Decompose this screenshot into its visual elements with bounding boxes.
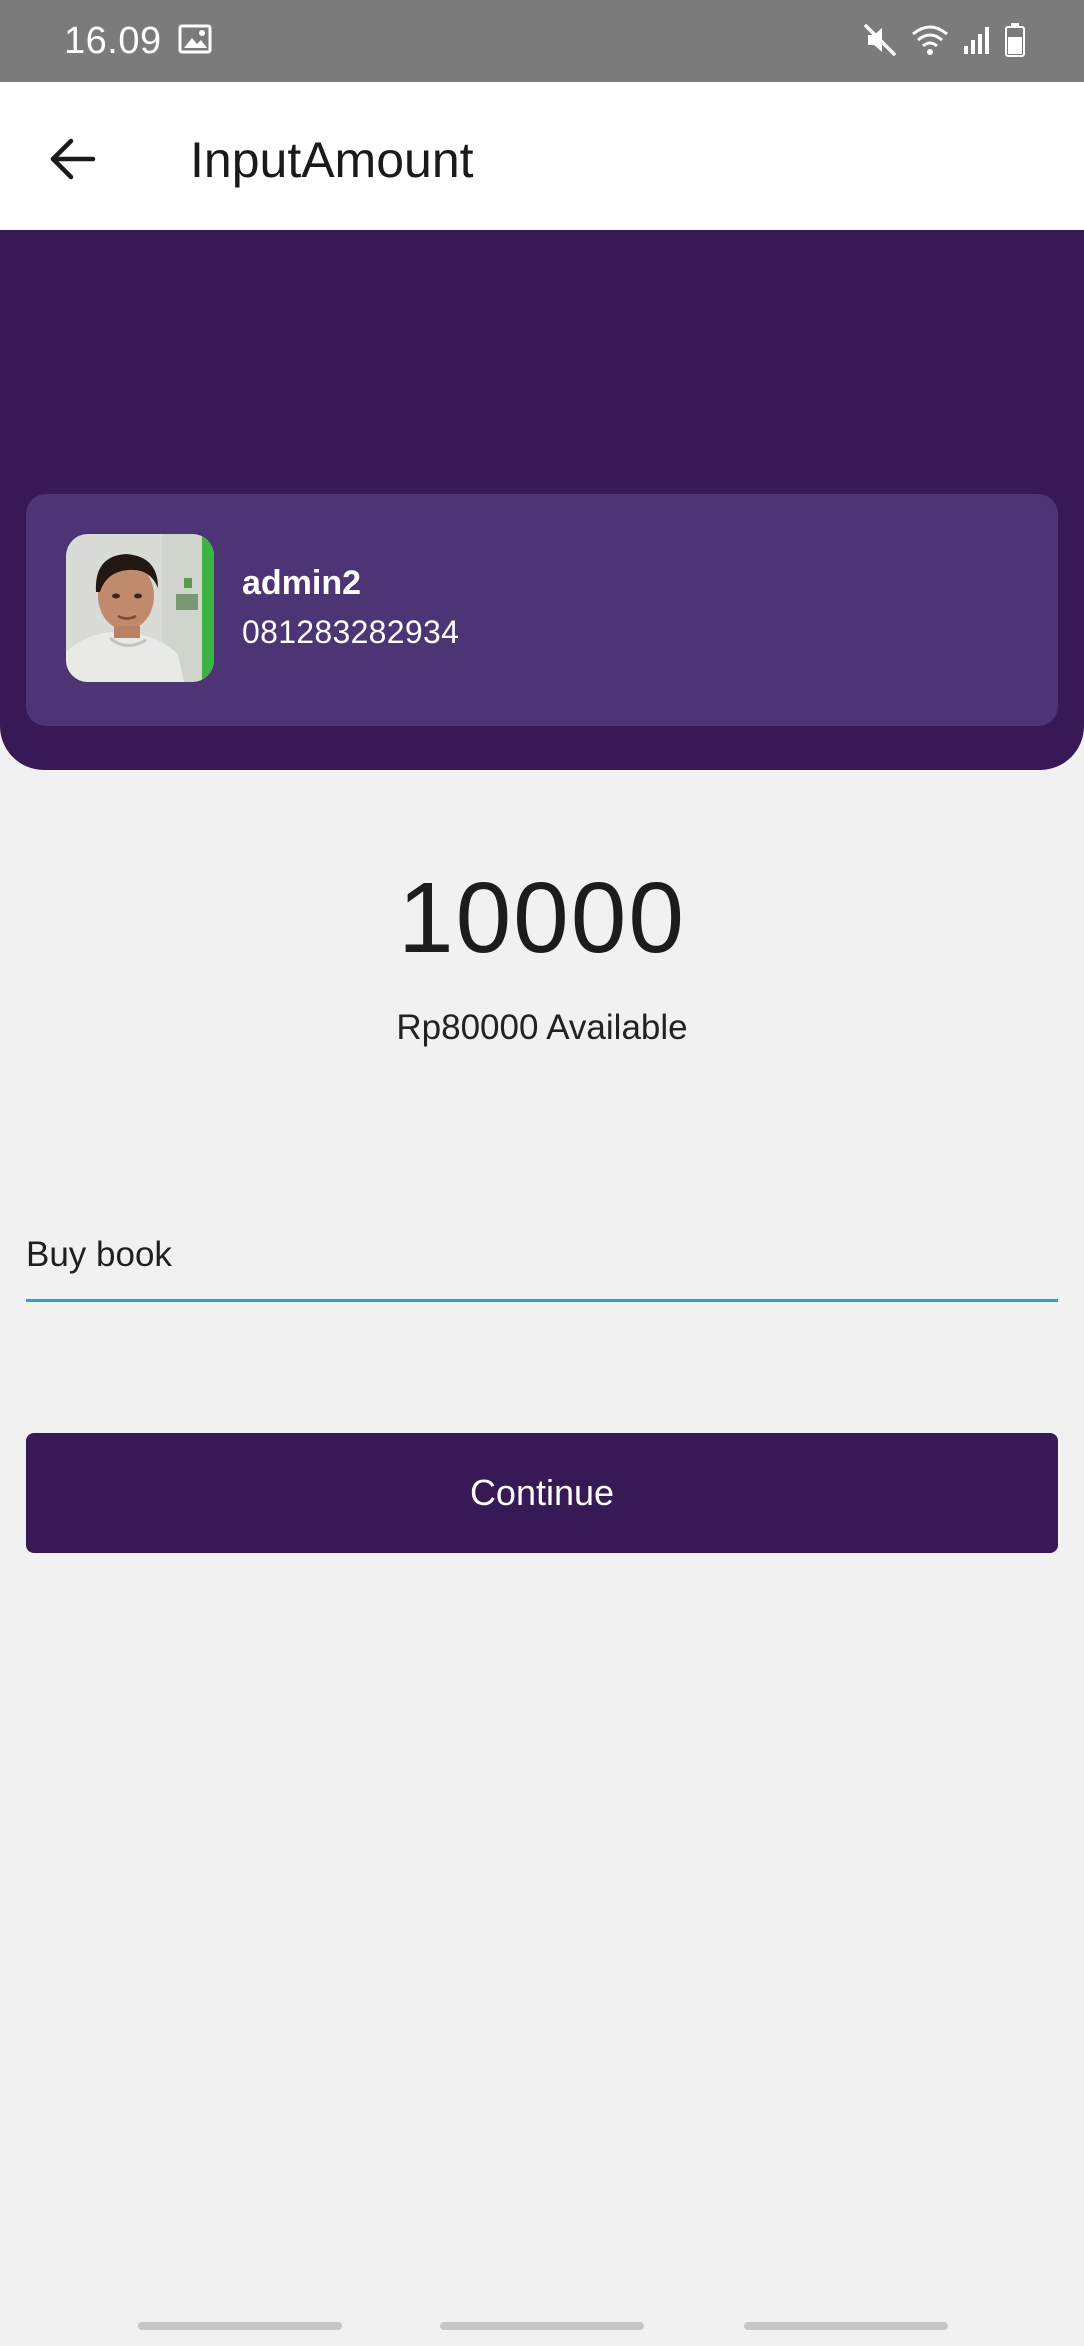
page-title: InputAmount [190,132,474,188]
arrow-left-icon [49,137,97,186]
recipient-card: admin2 081283282934 [26,494,1058,726]
recipient-name: admin2 [242,564,362,602]
status-icons [862,20,1026,60]
nav-back-button[interactable] [744,2322,948,2330]
header-banner: admin2 081283282934 [0,230,1084,770]
available-balance: Rp80000 Available [396,1008,688,1047]
note-input[interactable] [26,1210,1058,1302]
avatar [66,534,214,682]
recipient-phone: 081283282934 [242,614,460,650]
continue-button[interactable]: Continue [26,1433,1058,1553]
status-time: 16.09 [64,20,162,62]
wifi-icon [910,22,950,58]
gallery-icon [178,24,212,54]
nav-recent-apps-button[interactable] [138,2322,342,2330]
back-button[interactable] [36,124,110,198]
mute-icon [862,22,898,58]
battery-icon [1004,22,1026,58]
nav-home-button[interactable] [440,2322,644,2330]
signal-icon [962,24,992,56]
app-bar: InputAmount [0,82,1084,230]
status-bar: 16.09 [0,0,1084,82]
amount-display[interactable]: 10000 [0,858,1084,978]
